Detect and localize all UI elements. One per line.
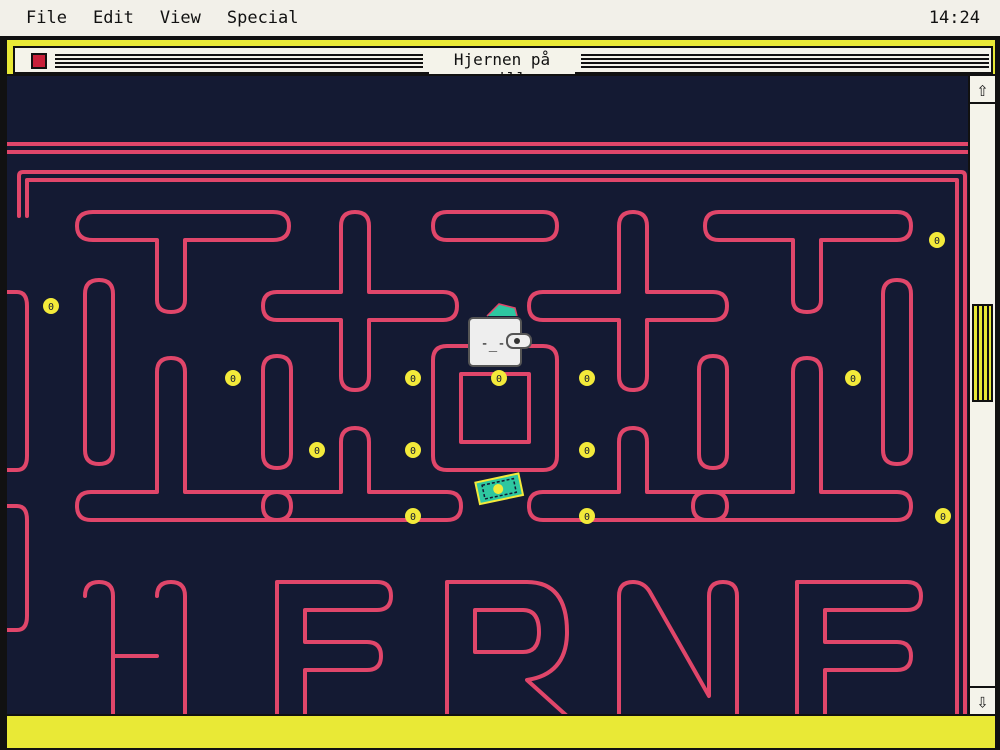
maze-letter-e-1	[275, 580, 393, 714]
menu-edit[interactable]: Edit	[93, 8, 134, 28]
maze-svg: 0 0 0 0 0 0 0 0 0 0 0 0 0 -_-	[7, 142, 968, 714]
maze-outer-frame-inner	[25, 178, 959, 714]
title-stripes-right	[581, 54, 989, 68]
arrow-up-icon[interactable]: ⇧	[970, 76, 995, 104]
maze-edge-left-fragment-2	[7, 504, 29, 632]
game-window: Hjernen på spill	[5, 38, 997, 750]
vertical-scrollbar[interactable]: ⇧ ⇩	[968, 74, 995, 714]
coin-symbol: 0	[850, 374, 856, 385]
coin: 0	[405, 370, 421, 386]
coin-symbol: 0	[410, 512, 416, 523]
maze-letter-e-2	[795, 580, 923, 714]
maze-letter-h	[83, 580, 187, 714]
coin: 0	[225, 370, 241, 386]
maze-top-bar	[7, 142, 968, 154]
coin-symbol: 0	[496, 374, 502, 385]
maze-edge-left-fragment	[7, 290, 29, 472]
coin: 0	[579, 508, 595, 524]
maze-letter-r	[445, 580, 569, 714]
coin: 0	[43, 298, 59, 314]
maze-pill-left-center	[261, 354, 293, 470]
coin: 0	[491, 370, 507, 386]
maze-pill-right-center	[697, 354, 729, 470]
coin-symbol: 0	[584, 374, 590, 385]
player-character[interactable]: -_-	[468, 303, 532, 367]
coin-symbol: 0	[410, 446, 416, 457]
coin-symbol: 0	[314, 446, 320, 457]
maze-pill-left	[83, 278, 115, 466]
coin-symbol: 0	[410, 374, 416, 385]
coin: 0	[579, 370, 595, 386]
maze-walls	[7, 142, 968, 714]
maze-shape-t-left	[75, 210, 291, 314]
coin: 0	[935, 508, 951, 524]
maze-letter-n	[617, 580, 739, 714]
coin-symbol: 0	[230, 374, 236, 385]
coin: 0	[405, 508, 421, 524]
coin: 0	[579, 442, 595, 458]
coin: 0	[929, 232, 945, 248]
coin: 0	[845, 370, 861, 386]
coin-symbol: 0	[584, 512, 590, 523]
arrow-down-icon[interactable]: ⇩	[970, 686, 995, 714]
coin: 0	[405, 442, 421, 458]
maze-pill-right	[881, 278, 913, 466]
menu-special[interactable]: Special	[227, 8, 299, 28]
ticket-pickup[interactable]	[474, 472, 525, 506]
title-bar[interactable]: Hjernen på spill	[13, 46, 993, 88]
maze-shape-l-left	[75, 356, 293, 522]
maze-cross-left	[261, 210, 459, 392]
clock: 14:24	[928, 8, 980, 28]
title-stripes-left	[55, 54, 423, 68]
menu-view[interactable]: View	[160, 8, 201, 28]
coin-symbol: 0	[940, 512, 946, 523]
coin-symbol: 0	[48, 302, 54, 313]
coin: 0	[309, 442, 325, 458]
scroll-thumb[interactable]	[972, 304, 993, 402]
player-face: -_-	[480, 336, 505, 352]
window-bottom-bar	[7, 714, 995, 748]
maze-pill-top-middle	[431, 210, 559, 242]
coin-symbol: 0	[934, 236, 940, 247]
close-box[interactable]	[31, 53, 47, 69]
maze-shape-t-right	[703, 210, 913, 314]
menu-file[interactable]: File	[26, 8, 67, 28]
game-canvas[interactable]: 0 0 0 0 0 0 0 0 0 0 0 0 0 -_-	[7, 74, 968, 714]
coin-symbol: 0	[584, 446, 590, 457]
menu-bar: File Edit View Special 14:24	[0, 0, 1000, 38]
